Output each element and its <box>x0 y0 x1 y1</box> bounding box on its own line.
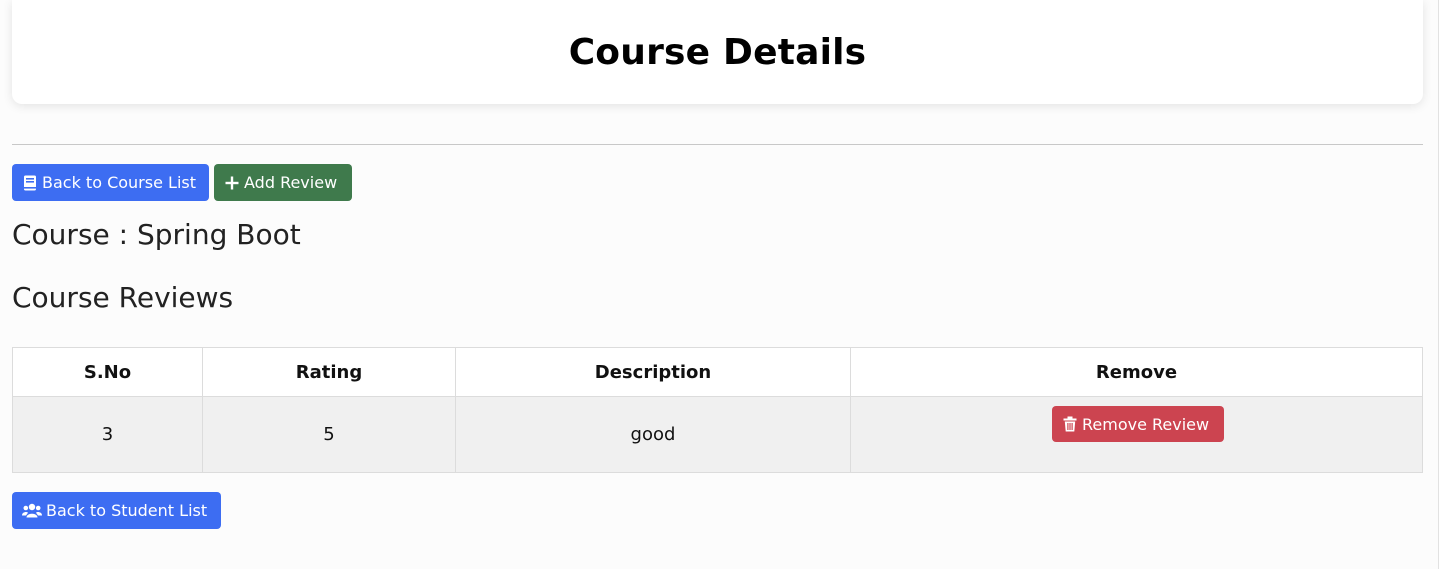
cell-remove: Remove Review <box>850 396 1423 473</box>
course-name: Course : Spring Boot <box>12 218 301 251</box>
column-header-remove: Remove <box>850 347 1423 397</box>
back-to-student-list-label: Back to Student List <box>46 501 208 520</box>
remove-review-label: Remove Review <box>1082 414 1210 434</box>
column-header-sno: S.No <box>12 347 203 397</box>
users-icon <box>22 503 42 519</box>
column-header-description: Description <box>455 347 851 397</box>
back-to-student-list-button[interactable]: Back to Student List <box>12 492 221 529</box>
page-header: Course Details <box>12 0 1423 104</box>
cell-rating: 5 <box>202 396 456 473</box>
add-review-label: Add Review <box>244 173 338 192</box>
divider <box>12 144 1423 145</box>
cell-sno: 3 <box>12 396 203 473</box>
table-header-row: S.No Rating Description Remove <box>12 347 1423 397</box>
back-to-course-list-label: Back to Course List <box>42 173 196 192</box>
column-header-rating: Rating <box>202 347 456 397</box>
reviews-heading: Course Reviews <box>12 281 234 314</box>
plus-icon <box>224 175 240 191</box>
reviews-table: S.No Rating Description Remove 3 5 good <box>12 347 1423 473</box>
add-review-button[interactable]: Add Review <box>214 164 352 201</box>
course-details-page: Course Details Back to Course List Add R… <box>0 0 1439 569</box>
cell-description: good <box>455 396 851 473</box>
back-to-course-list-button[interactable]: Back to Course List <box>12 164 209 201</box>
book-icon <box>22 175 38 191</box>
page-title: Course Details <box>568 31 867 73</box>
remove-review-button[interactable]: Remove Review <box>1052 406 1224 442</box>
trash-icon <box>1062 416 1078 432</box>
table-row: 3 5 good Remove Review <box>12 396 1423 473</box>
